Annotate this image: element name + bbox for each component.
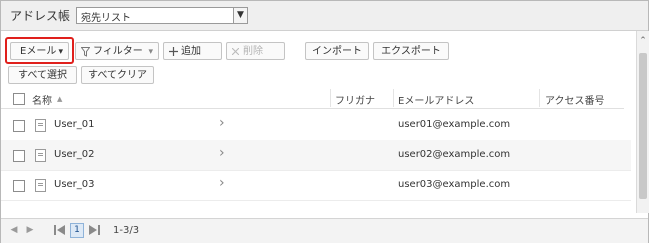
- select-all-checkbox[interactable]: [13, 93, 25, 105]
- column-divider: [393, 89, 394, 107]
- column-divider: [330, 89, 331, 107]
- row-checkbox[interactable]: [13, 120, 25, 132]
- pagination-bar: ◀ ▶ 1 1-3/3: [1, 218, 648, 243]
- document-icon: [35, 179, 46, 192]
- close-icon: [232, 48, 239, 55]
- column-header-name[interactable]: 名称: [32, 92, 52, 107]
- row-name: User_03: [54, 179, 95, 190]
- export-button[interactable]: エクスポート: [373, 42, 449, 60]
- address-book-panel: アドレス帳 宛先リスト ▼ Eメール ▾ フィルター ▾ 追加 削除 インポート…: [0, 0, 649, 243]
- plus-icon: [169, 47, 178, 56]
- page-title: アドレス帳: [10, 9, 71, 23]
- table-row[interactable]: User_01 › user01@example.com: [1, 110, 631, 141]
- column-divider: [539, 89, 540, 107]
- row-checkbox[interactable]: [13, 150, 25, 162]
- clear-all-button[interactable]: すべてクリア: [81, 66, 154, 84]
- document-icon: [35, 149, 46, 162]
- current-page-number[interactable]: 1: [70, 223, 84, 238]
- row-name: User_02: [54, 149, 95, 160]
- scroll-up-icon[interactable]: ⌃: [637, 35, 649, 47]
- row-email: user02@example.com: [398, 149, 511, 160]
- import-button[interactable]: インポート: [305, 42, 369, 60]
- scrollbar-thumb[interactable]: [639, 53, 647, 199]
- add-button[interactable]: 追加: [163, 42, 222, 60]
- filter-button-label: フィルター: [93, 46, 143, 57]
- header-bar: アドレス帳 宛先リスト ▼: [1, 1, 648, 31]
- chevron-down-icon[interactable]: ▼: [233, 8, 247, 23]
- first-page-icon[interactable]: [54, 225, 65, 235]
- table-row[interactable]: User_02 › user02@example.com: [1, 140, 631, 171]
- document-icon: [35, 119, 46, 132]
- row-checkbox[interactable]: [13, 180, 25, 192]
- chevron-right-icon[interactable]: ›: [219, 175, 225, 191]
- chevron-down-icon: ▾: [148, 47, 153, 57]
- add-button-label: 追加: [181, 46, 201, 57]
- last-page-icon[interactable]: [89, 225, 100, 235]
- scroll-left-icon[interactable]: ◀: [8, 224, 20, 236]
- delete-button-label: 削除: [243, 46, 263, 57]
- row-email: user03@example.com: [398, 179, 511, 190]
- column-header-email[interactable]: Eメールアドレス: [398, 92, 474, 107]
- delete-button[interactable]: 削除: [226, 42, 285, 60]
- filter-button[interactable]: フィルター ▾: [75, 42, 159, 60]
- column-header-furigana[interactable]: フリガナ: [335, 92, 375, 107]
- chevron-right-icon[interactable]: ›: [219, 115, 225, 131]
- sort-ascending-icon: ▲: [57, 95, 63, 103]
- filter-icon: [81, 47, 90, 57]
- column-header-access-number[interactable]: アクセス番号: [545, 92, 605, 107]
- list-select-value: 宛先リスト: [81, 13, 131, 24]
- row-email: user01@example.com: [398, 119, 511, 130]
- table-header: [1, 88, 624, 109]
- select-all-button[interactable]: すべて選択: [8, 66, 77, 84]
- page-range: 1-3/3: [113, 225, 140, 236]
- vertical-scrollbar[interactable]: ⌃ ⌄: [636, 31, 649, 232]
- scroll-right-icon[interactable]: ▶: [24, 224, 36, 236]
- chevron-right-icon[interactable]: ›: [219, 145, 225, 161]
- table-row[interactable]: User_03 › user03@example.com: [1, 170, 631, 201]
- highlight-box: [5, 37, 74, 64]
- list-select[interactable]: 宛先リスト ▼: [76, 7, 248, 24]
- row-name: User_01: [54, 119, 95, 130]
